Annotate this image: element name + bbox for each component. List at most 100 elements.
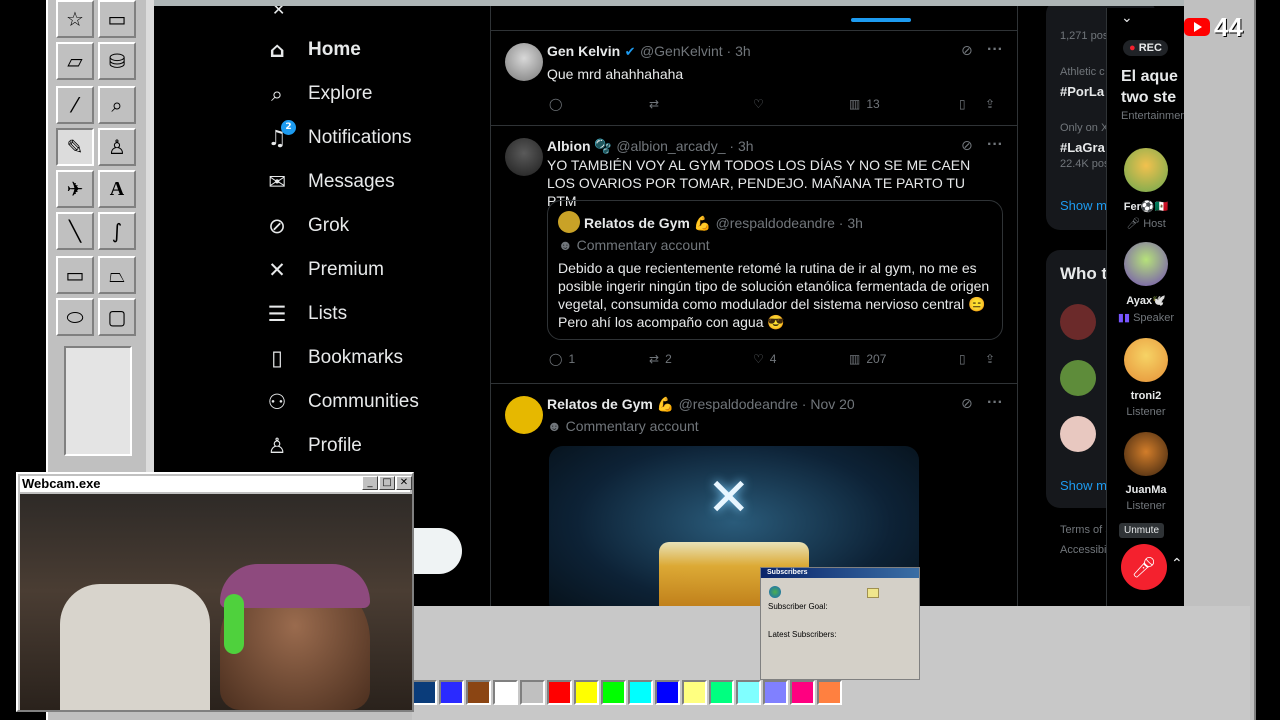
grok-icon[interactable]: ⊘	[961, 43, 973, 59]
palette-color-swatch[interactable]	[412, 680, 437, 705]
eraser-tool[interactable]: ▱	[56, 42, 94, 80]
share-button[interactable]: ⇪	[985, 352, 995, 366]
post-button[interactable]	[408, 528, 462, 574]
chevron-up-icon[interactable]: ⌃	[1171, 556, 1183, 572]
x-logo-icon[interactable]: ✕	[272, 6, 285, 20]
rounded-rect-tool[interactable]: ▢	[98, 298, 136, 336]
rect-select-tool[interactable]: ▭	[98, 0, 136, 38]
ellipse-tool[interactable]: ⬭	[56, 298, 94, 336]
space-user[interactable]: Ayax🕊️ ▮▮ Speaker	[1107, 242, 1184, 324]
trend-name[interactable]: #PorLa	[1060, 84, 1104, 99]
avatar[interactable]	[1060, 360, 1096, 396]
reply-button[interactable]: ◯ 1	[549, 352, 575, 366]
quote-handle: @respaldodeandre · 3h	[715, 215, 863, 231]
post-author[interactable]: Relatos de Gym 💪	[547, 396, 674, 412]
trend-name[interactable]: #LaGra	[1060, 140, 1105, 155]
nav-lists[interactable]: ☰ Lists	[264, 294, 348, 334]
tool-options-box[interactable]	[64, 346, 132, 456]
nav-communities[interactable]: ⚇ Communities	[264, 382, 419, 422]
palette-color-swatch[interactable]	[817, 680, 842, 705]
palette-color-swatch[interactable]	[709, 680, 734, 705]
show-more-link[interactable]: Show m	[1060, 198, 1107, 213]
palette-color-swatch[interactable]	[682, 680, 707, 705]
free-select-tool[interactable]: ☆	[56, 0, 94, 38]
more-icon[interactable]: ···	[987, 394, 1003, 412]
post-author[interactable]: Gen Kelvin	[547, 43, 620, 59]
space-user[interactable]: JuanMa Listener	[1107, 432, 1184, 512]
views-count: 207	[866, 352, 887, 366]
share-button[interactable]: ⇪	[985, 97, 995, 111]
nav-notifications[interactable]: ♫ 2 Notifications	[264, 118, 412, 158]
nav-grok[interactable]: ⊘ Grok	[264, 206, 349, 246]
grok-icon[interactable]: ⊘	[961, 396, 973, 412]
curve-tool[interactable]: ∫	[98, 212, 136, 250]
avatar[interactable]	[505, 43, 543, 81]
mic-off-icon[interactable]: 🎤︎	[1121, 544, 1167, 590]
color-picker-tool[interactable]: ⁄	[56, 86, 94, 124]
more-icon[interactable]: ···	[987, 41, 1003, 59]
palette-color-swatch[interactable]	[547, 680, 572, 705]
nav-explore[interactable]: ⌕ Explore	[264, 74, 372, 114]
nav-profile[interactable]: ♙ Profile	[264, 426, 362, 466]
post-author[interactable]: Albion 🫧	[547, 138, 612, 154]
like-button[interactable]: ♡ 4	[753, 352, 776, 366]
space-user[interactable]: Fer⚽🇲🇽 🎤︎ Host	[1107, 148, 1184, 230]
show-more-link[interactable]: Show m	[1060, 478, 1107, 493]
close-button[interactable]: ✕	[396, 476, 412, 490]
palette-color-swatch[interactable]	[601, 680, 626, 705]
palette-color-swatch[interactable]	[466, 680, 491, 705]
fill-tool[interactable]: ⛁	[98, 42, 136, 80]
bookmark-button[interactable]: ▯	[959, 352, 966, 366]
views-button[interactable]: ▥ 13	[849, 97, 880, 111]
pencil-tool[interactable]: ✎	[56, 128, 94, 166]
palette-color-swatch[interactable]	[736, 680, 761, 705]
nav-bookmarks[interactable]: ▯ Bookmarks	[264, 338, 403, 378]
avatar[interactable]	[1060, 416, 1096, 452]
palette-color-swatch[interactable]	[655, 680, 680, 705]
chevron-down-icon[interactable]: ⌄	[1121, 10, 1133, 26]
quoted-post[interactable]: Relatos de Gym 💪 @respaldodeandre · 3h ☻…	[547, 200, 1003, 340]
post[interactable]: Albion 🫧 @albion_arcady_ · 3h ⊘ ··· YO T…	[491, 126, 1017, 384]
bookmark-button[interactable]: ▯	[959, 97, 966, 111]
like-button[interactable]: ♡	[753, 97, 764, 111]
webcam-window[interactable]: Webcam.exe _ □ ✕	[16, 472, 414, 712]
minimize-button[interactable]: _	[362, 476, 378, 490]
nav-premium[interactable]: ✕ Premium	[264, 250, 384, 290]
space-user[interactable]: troni2 Listener	[1107, 338, 1184, 418]
palette-color-swatch[interactable]	[574, 680, 599, 705]
polygon-tool[interactable]: ⏢	[98, 256, 136, 294]
maximize-button[interactable]: □	[379, 476, 395, 490]
commentary-label: ☻ Commentary account	[558, 237, 710, 253]
footer-accessibility[interactable]: Accessibil	[1060, 544, 1109, 556]
footer-terms[interactable]: Terms of S	[1060, 524, 1113, 536]
brush-tool[interactable]: ♙	[98, 128, 136, 166]
avatar	[1124, 242, 1168, 286]
palette-color-swatch[interactable]	[763, 680, 788, 705]
post-handle[interactable]: @respaldodeandre · Nov 20	[679, 396, 855, 412]
line-tool[interactable]: ╲	[56, 212, 94, 250]
reply-button[interactable]: ◯	[549, 97, 562, 111]
avatar[interactable]	[505, 396, 543, 434]
text-tool[interactable]: A	[98, 170, 136, 208]
more-icon[interactable]: ···	[987, 136, 1003, 154]
views-button[interactable]: ▥ 207	[849, 352, 886, 366]
grok-icon[interactable]: ⊘	[961, 138, 973, 154]
palette-color-swatch[interactable]	[628, 680, 653, 705]
avatar[interactable]	[505, 138, 543, 176]
rectangle-tool[interactable]: ▭	[56, 256, 94, 294]
repost-button[interactable]: ⇄	[649, 97, 659, 111]
avatar[interactable]	[1060, 304, 1096, 340]
palette-color-swatch[interactable]	[790, 680, 815, 705]
magnifier-tool[interactable]: ⌕	[98, 86, 136, 124]
airbrush-tool[interactable]: ✈	[56, 170, 94, 208]
palette-color-swatch[interactable]	[493, 680, 518, 705]
post-handle[interactable]: @GenKelvint · 3h	[640, 43, 751, 59]
subscribers-window[interactable]: Subscribers Subscriber Goal: Latest Subs…	[760, 567, 920, 680]
repost-button[interactable]: ⇄ 2	[649, 352, 672, 366]
nav-home[interactable]: ⌂ Home	[264, 30, 360, 70]
nav-messages[interactable]: ✉ Messages	[264, 162, 394, 202]
palette-color-swatch[interactable]	[520, 680, 545, 705]
post[interactable]: Gen Kelvin ✔ @GenKelvint · 3h ⊘ ··· Que …	[491, 30, 1017, 126]
post-handle[interactable]: @albion_arcady_ · 3h	[616, 138, 753, 154]
palette-color-swatch[interactable]	[439, 680, 464, 705]
